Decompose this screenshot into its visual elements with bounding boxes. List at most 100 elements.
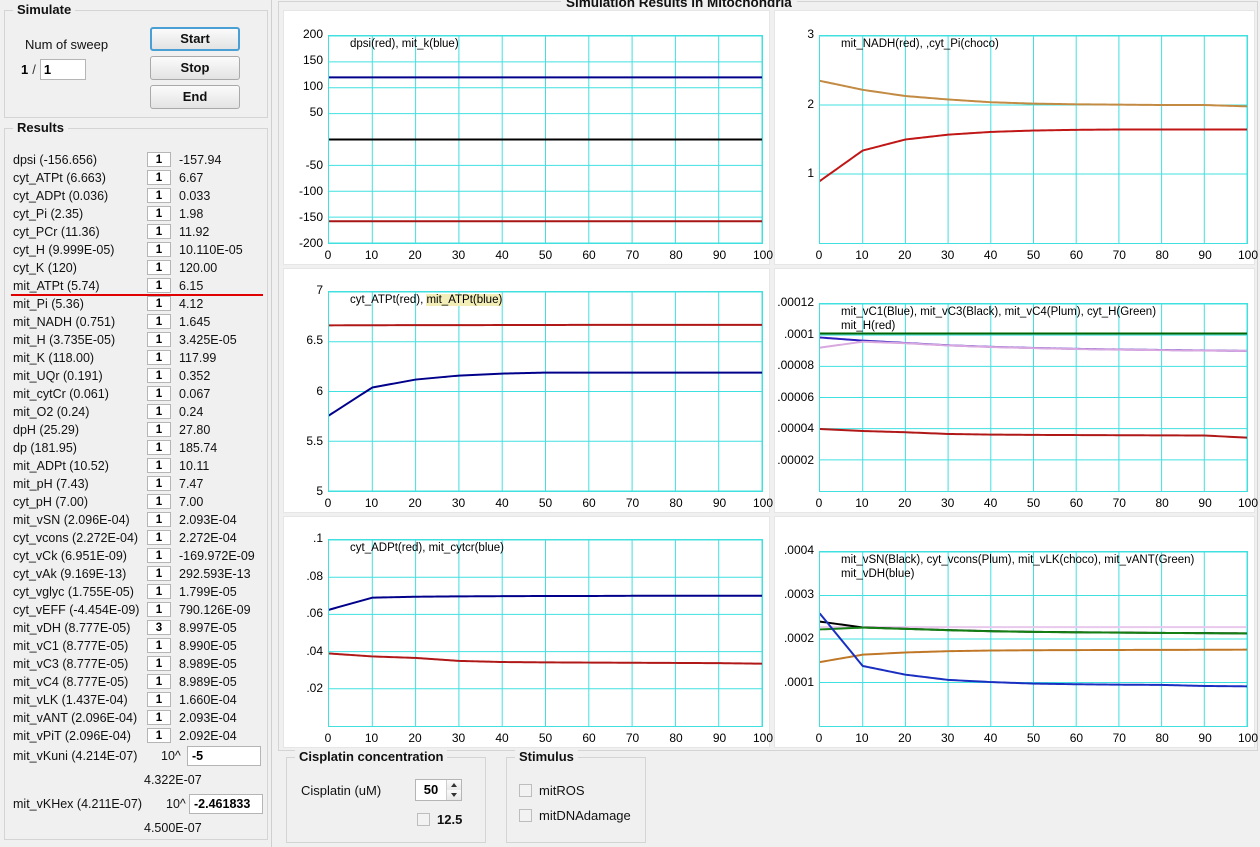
result-row: mit_cytCr (0.061) 0.067 [9,385,267,403]
result-row: cyt_vcons (2.272E-04) 2.272E-04 [9,529,267,547]
stimulus-item-mitdnadamage[interactable]: mitDNAdamage [519,808,631,823]
result-name: dpsi (-156.656) [13,153,98,167]
y-axis-tick-label: 6.5 [306,333,323,348]
result-multiplier-input[interactable] [147,440,171,455]
cisplatin-decrement-button[interactable] [447,790,461,800]
result-value: 10.110E-05 [179,243,243,257]
result-multiplier-input[interactable] [147,296,171,311]
x-axis-tick-label: 80 [669,248,683,262]
x-axis-tick-label: 60 [582,731,596,745]
result-multiplier-input[interactable] [147,602,171,617]
result-value: 1.645 [179,315,211,329]
result-name: cyt_H (9.999E-05) [13,243,115,257]
mitdnadamage-checkbox[interactable] [519,809,532,822]
result-multiplier-input[interactable] [147,332,171,347]
result-multiplier-input[interactable] [147,350,171,365]
result-multiplier-input[interactable] [147,530,171,545]
result-name: mit_vC4 (8.777E-05) [13,675,129,689]
stop-button[interactable]: Stop [150,56,240,80]
result-multiplier-input[interactable] [147,224,171,239]
stimulus-item-mitros[interactable]: mitROS [519,783,585,798]
x-axis-tick-label: 0 [815,496,823,510]
result-value: 0.352 [179,369,211,383]
result-multiplier-input[interactable] [147,368,171,383]
x-axis-tick-label: 80 [669,496,683,510]
y-axis-tick-label: .06 [306,606,323,621]
plot-area [328,291,763,492]
result-multiplier-input[interactable] [147,476,171,491]
result-multiplier-input[interactable] [147,314,171,329]
result-multiplier-input[interactable] [147,422,171,437]
x-axis-tick-label: 10 [855,496,869,510]
result-multiplier-input[interactable] [147,710,171,725]
x-axis-tick-label: 10 [364,248,379,262]
x-axis-tick-label: 50 [1026,731,1041,745]
x-axis-tick-label: 70 [1112,496,1126,510]
result-multiplier-input[interactable] [147,152,171,167]
result-multiplier-input[interactable] [147,386,171,401]
cisplatin-field-label: Cisplatin (uM) [301,783,382,798]
mitros-checkbox[interactable] [519,784,532,797]
x-axis-tick-label: 40 [495,731,509,745]
result-multiplier-input[interactable] [147,404,171,419]
y-axis-tick-label: -150 [298,209,323,224]
x-axis-tick-label: 10 [855,248,869,262]
result-multiplier-input[interactable] [147,260,171,275]
x-axis-tick-label: 50 [538,248,553,262]
exponent-input[interactable] [187,746,261,766]
simulate-group-title: Simulate [13,2,76,17]
result-multiplier-input[interactable] [147,656,171,671]
x-axis-tick-label: 80 [669,731,683,745]
x-axis-tick-label: 100 [1237,496,1259,510]
cisplatin-value-input[interactable] [416,780,446,800]
result-multiplier-input[interactable] [147,584,171,599]
x-axis-tick-label: 0 [324,248,332,262]
end-button[interactable]: End [150,85,240,109]
result-multiplier-input[interactable] [147,566,171,581]
exponent-row: mit_vKuni (4.214E-07) 10^ [9,745,267,771]
result-value: 6.67 [179,171,204,185]
result-multiplier-input[interactable] [147,170,171,185]
exponent-power-label: 10^ [166,797,186,811]
x-axis-tick-label: 80 [1155,496,1169,510]
result-value: 2.092E-04 [179,729,237,743]
result-multiplier-input[interactable] [147,188,171,203]
x-axis-tick-label: 90 [712,731,727,745]
result-multiplier-input[interactable] [147,548,171,563]
result-multiplier-input[interactable] [147,206,171,221]
result-multiplier-input[interactable] [147,278,171,293]
result-multiplier-input[interactable] [147,638,171,653]
result-value: 2.272E-04 [179,531,237,545]
y-axis-tick-label: 150 [302,53,323,68]
result-multiplier-input[interactable] [147,728,171,743]
simulate-group: Simulate Num of sweep 1 / Start Stop End [4,2,268,118]
result-multiplier-input[interactable] [147,674,171,689]
result-multiplier-input[interactable] [147,242,171,257]
result-multiplier-input[interactable] [147,494,171,509]
exponent-input[interactable] [189,794,263,814]
result-multiplier-input[interactable] [147,692,171,707]
result-multiplier-input[interactable] [147,620,171,635]
cisplatin-increment-button[interactable] [447,780,461,790]
result-multiplier-input[interactable] [147,512,171,527]
x-axis-tick-label: 70 [1112,248,1126,262]
chart-legend-part: mit_vSN(Black), cyt_vcons(Plum), mit_vLK… [841,554,1195,566]
result-name: cyt_vglyc (1.755E-05) [13,585,134,599]
y-axis-tick-label: .0003 [783,587,814,601]
result-value: -169.972E-09 [179,549,255,563]
result-value: 8.997E-05 [179,621,237,635]
cisplatin-12-5-checkbox-row[interactable]: 12.5 [417,812,462,827]
cisplatin-stepper-buttons[interactable] [446,780,461,800]
exponent-result-row: 4.322E-07 [9,771,267,793]
result-multiplier-input[interactable] [147,458,171,473]
result-row: mit_UQr (0.191) 0.352 [9,367,267,385]
result-name: cyt_vcons (2.272E-04) [13,531,139,545]
result-value: 2.093E-04 [179,711,237,725]
cisplatin-12-5-checkbox[interactable] [417,813,430,826]
result-name: dp (181.95) [13,441,77,455]
sweep-total-input[interactable] [39,59,86,80]
start-button[interactable]: Start [150,27,240,51]
cisplatin-stepper[interactable] [415,779,462,801]
result-name: mit_vSN (2.096E-04) [13,513,130,527]
result-value: 8.989E-05 [179,675,237,689]
